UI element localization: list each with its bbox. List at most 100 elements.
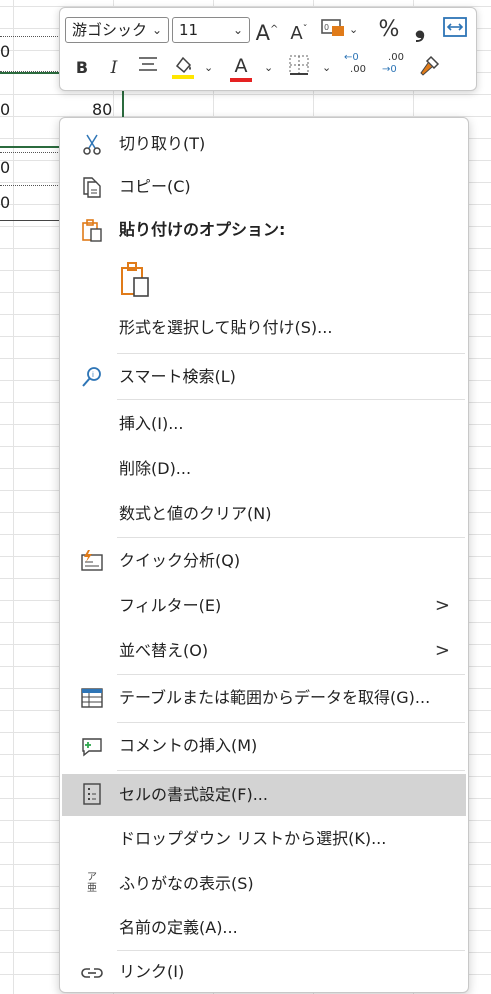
- link-icon: [81, 968, 103, 978]
- arrow-right-icon: →0: [382, 64, 397, 75]
- font-color-icon: A: [234, 55, 248, 77]
- menu-item-label: 数式と値のクリア(N): [119, 504, 272, 523]
- menu-item-filter[interactable]: フィルター(E) >: [62, 586, 466, 626]
- menu-item-label: 貼り付けのオプション:: [119, 220, 286, 239]
- percent-style-button[interactable]: %: [376, 16, 402, 44]
- bold-button[interactable]: B: [72, 54, 92, 82]
- menu-item-smart-lookup[interactable]: i スマート検索(L): [62, 357, 466, 397]
- comma-style-button[interactable]: ❟: [410, 14, 430, 42]
- font-size-select[interactable]: 11 ⌄: [172, 17, 250, 43]
- menu-item-label: セルの書式設定(F)...: [119, 785, 268, 804]
- decrease-font-icon: A: [290, 23, 303, 44]
- menu-item-label: 挿入(I)...: [119, 414, 184, 433]
- menu-separator: [117, 674, 465, 675]
- menu-item-sort[interactable]: 並べ替え(O) >: [62, 631, 466, 671]
- number-format-button[interactable]: 0: [318, 16, 348, 44]
- menu-item-quick-analysis[interactable]: クイック分析(Q): [62, 541, 466, 581]
- font-size-value: 11: [179, 21, 199, 39]
- chevron-down-icon[interactable]: ⌄: [264, 54, 273, 82]
- cell-value: 0: [0, 158, 11, 177]
- mini-toolbar: 游ゴシック ⌄ 11 ⌄ A^ Aˇ 0 ⌄ % ❟ B I ⌄ A ⌄ ⌄ ←…: [59, 7, 477, 91]
- align-center-button[interactable]: [136, 54, 160, 82]
- menu-item-pick-from-list[interactable]: ドロップダウン リストから選択(K)...: [62, 819, 466, 859]
- fill-color-button[interactable]: [170, 54, 196, 82]
- menu-item-label: 形式を選択して貼り付け(S)...: [119, 318, 333, 337]
- cell-border: [0, 152, 60, 153]
- phonetic-icon-bottom: 亜: [87, 883, 97, 894]
- decrease-decimal-button[interactable]: .00 →0: [382, 52, 410, 80]
- menu-item-format-cells[interactable]: セルの書式設定(F)...: [62, 774, 466, 816]
- menu-item-define-name[interactable]: 名前の定義(A)...: [62, 908, 466, 948]
- menu-item-copy[interactable]: コピー(C): [62, 167, 466, 207]
- menu-item-insert[interactable]: 挿入(I)...: [62, 404, 466, 444]
- menu-item-label: フィルター(E): [119, 596, 222, 615]
- font-name-value: 游ゴシック: [72, 21, 148, 39]
- menu-item-delete[interactable]: 削除(D)...: [62, 449, 466, 489]
- menu-item-label: ドロップダウン リストから選択(K)...: [119, 829, 387, 848]
- format-cells-icon: [83, 783, 101, 805]
- cell-value: 0: [0, 100, 11, 119]
- menu-item-insert-comment[interactable]: コメントの挿入(M): [62, 726, 466, 766]
- italic-icon: I: [110, 58, 118, 78]
- cell-border: [0, 36, 60, 37]
- phonetic-icon: ア 亜: [80, 872, 104, 896]
- paint-bucket-icon: [172, 56, 194, 79]
- scissors-icon: [83, 134, 101, 155]
- align-center-icon: [139, 57, 157, 71]
- merge-center-icon: [443, 17, 467, 37]
- font-color-button[interactable]: A: [228, 52, 254, 82]
- increase-decimal-button[interactable]: ←0 .00: [344, 52, 372, 80]
- chevron-down-icon[interactable]: ⌄: [204, 54, 213, 82]
- menu-item-label: コピー(C): [119, 177, 191, 196]
- merge-center-button[interactable]: [440, 16, 470, 44]
- arrow-left-icon: ←0: [344, 52, 359, 63]
- increase-font-icon: A: [255, 21, 270, 45]
- decrease-decimal-label: .00: [388, 52, 404, 63]
- comment-icon: [82, 738, 102, 757]
- table-border: [0, 220, 60, 221]
- copy-icon: [83, 177, 101, 198]
- search-icon: i: [82, 367, 101, 387]
- context-menu: 切り取り(T) コピー(C) 貼り付けのオプション: 形式を選択して貼り付け(S…: [59, 117, 469, 993]
- menu-separator: [117, 353, 465, 354]
- menu-item-label: クイック分析(Q): [119, 551, 241, 570]
- cell-value: 0: [0, 42, 11, 61]
- menu-separator: [117, 399, 465, 400]
- quick-analysis-icon: [81, 550, 103, 571]
- chevron-down-icon[interactable]: ⌄: [349, 16, 358, 44]
- chevron-down-icon: ⌄: [232, 23, 243, 37]
- menu-item-label: コメントの挿入(M): [119, 736, 258, 755]
- chevron-down-icon[interactable]: ⌄: [322, 54, 331, 82]
- menu-separator: [117, 722, 465, 723]
- menu-item-link[interactable]: リンク(I): [62, 952, 466, 992]
- increase-decimal-label: .00: [350, 64, 366, 75]
- table-icon: [81, 688, 103, 708]
- clipboard-icon: [82, 219, 102, 242]
- menu-item-get-data[interactable]: テーブルまたは範囲からデータを取得(G)...: [62, 678, 466, 718]
- increase-font-size-button[interactable]: A^: [254, 16, 280, 45]
- decrease-font-size-button[interactable]: Aˇ: [286, 16, 312, 44]
- font-color-swatch: [230, 78, 252, 82]
- percent-icon: %: [378, 17, 400, 42]
- paste-option-button[interactable]: [119, 260, 155, 300]
- menu-item-paste-special[interactable]: 形式を選択して貼り付け(S)...: [62, 308, 466, 348]
- menu-header-paste-options: 貼り付けのオプション:: [62, 210, 466, 250]
- menu-item-label: ふりがなの表示(S): [119, 874, 254, 893]
- bold-icon: B: [75, 58, 89, 77]
- format-painter-icon: [420, 55, 440, 76]
- menu-item-cut[interactable]: 切り取り(T): [62, 124, 466, 164]
- borders-button[interactable]: [286, 54, 312, 82]
- format-painter-button[interactable]: [416, 54, 442, 82]
- menu-separator: [117, 537, 465, 538]
- menu-item-clear-contents[interactable]: 数式と値のクリア(N): [62, 494, 466, 534]
- paste-icon: [121, 262, 149, 297]
- italic-button[interactable]: I: [104, 54, 124, 82]
- svg-text:i: i: [92, 371, 94, 379]
- menu-item-label: リンク(I): [119, 962, 185, 981]
- menu-item-show-phonetic[interactable]: ア 亜 ふりがなの表示(S): [62, 864, 466, 904]
- menu-separator: [117, 770, 465, 771]
- borders-icon: [289, 55, 309, 75]
- chevron-right-icon: >: [434, 640, 450, 661]
- font-name-select[interactable]: 游ゴシック ⌄: [65, 17, 169, 43]
- chevron-down-icon: ⌄: [151, 23, 162, 37]
